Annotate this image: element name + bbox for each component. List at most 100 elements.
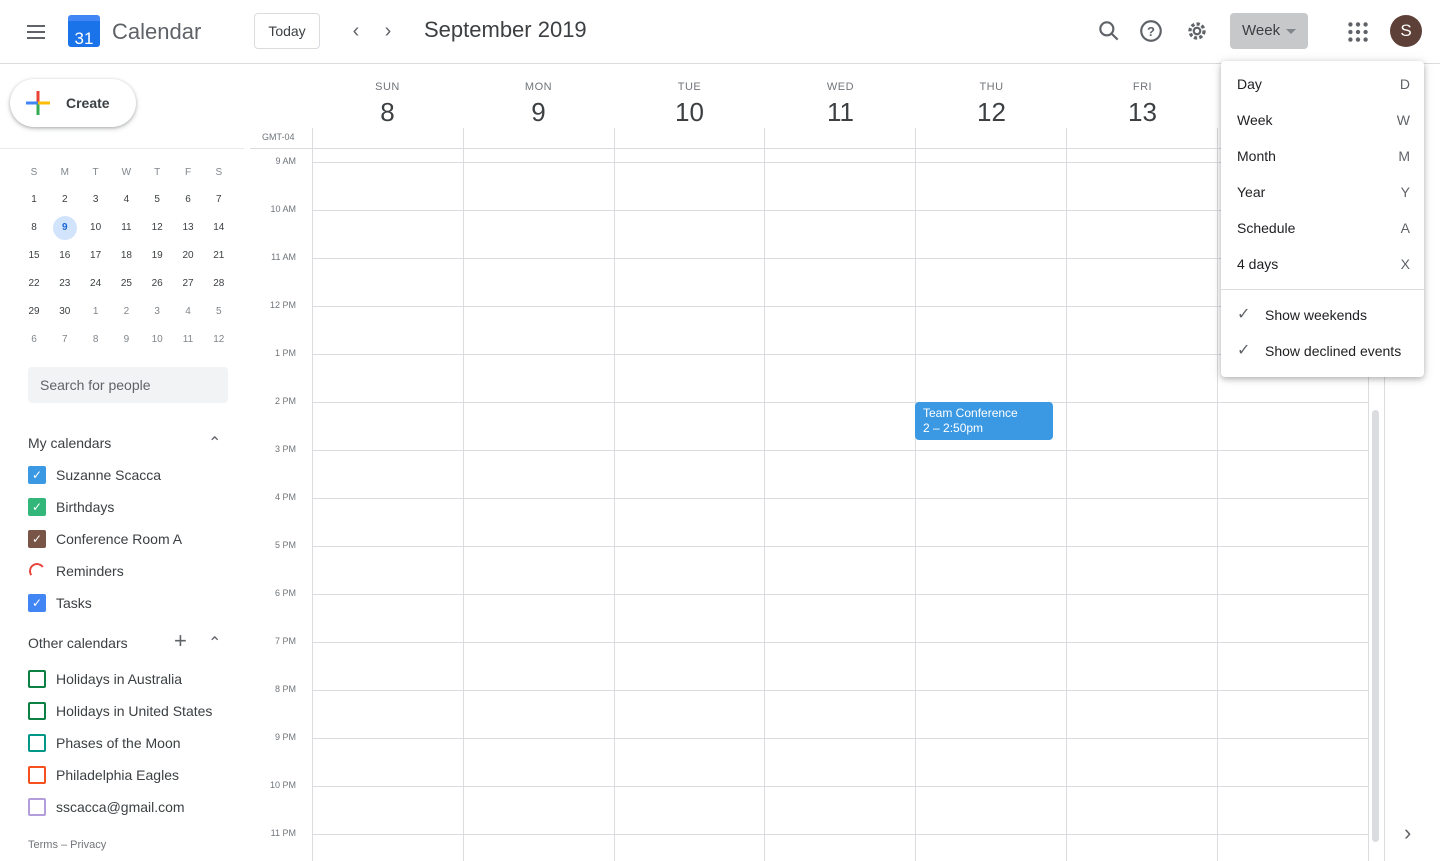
mini-day[interactable]: 8 [84, 328, 108, 352]
checkbox-checked[interactable]: ✓ [28, 530, 46, 548]
checkbox-checked[interactable]: ✓ [28, 466, 46, 484]
mini-day[interactable]: 8 [22, 216, 46, 240]
day-number[interactable]: 8 [312, 97, 463, 128]
mini-day[interactable]: 22 [22, 272, 46, 296]
day-number[interactable]: 9 [463, 97, 614, 128]
hour-line [312, 258, 1368, 259]
help-icon[interactable]: ? [1138, 18, 1164, 44]
mini-day[interactable]: 6 [22, 328, 46, 352]
menu-item-month[interactable]: Month M [1221, 138, 1424, 174]
mini-day[interactable]: 5 [145, 188, 169, 212]
collapse-chevron-up-icon[interactable]: ⌃ [208, 633, 221, 653]
day-column-divider [1217, 128, 1218, 861]
add-calendar-plus-icon[interactable]: + [174, 628, 187, 654]
mini-day[interactable]: 7 [207, 188, 231, 212]
grid-top-line [250, 148, 1384, 149]
mini-day[interactable]: 7 [53, 328, 77, 352]
mini-day[interactable]: 2 [53, 188, 77, 212]
menu-item-4-days[interactable]: 4 days X [1221, 246, 1424, 282]
checkbox-unchecked[interactable] [28, 798, 46, 816]
menu-option-show-declined-events[interactable]: ✓ Show declined events [1221, 333, 1424, 369]
previous-week-chevron-left-icon[interactable]: ‹ [342, 18, 370, 46]
menu-item-schedule[interactable]: Schedule A [1221, 210, 1424, 246]
mini-day-selected[interactable]: 9 [52, 216, 77, 240]
settings-gear-icon[interactable] [1184, 18, 1210, 44]
mini-day[interactable]: 17 [84, 244, 108, 268]
checkbox-unchecked[interactable] [28, 702, 46, 720]
mini-day[interactable]: 13 [176, 216, 200, 240]
day-header[interactable]: SUN 8 [312, 64, 463, 128]
expand-side-panel-chevron-right-icon[interactable]: › [1404, 820, 1411, 846]
day-column-divider [915, 128, 916, 861]
day-header[interactable]: TUE 10 [614, 64, 765, 128]
mini-day[interactable]: 16 [53, 244, 77, 268]
next-week-chevron-right-icon[interactable]: › [374, 18, 402, 46]
mini-day[interactable]: 12 [207, 328, 231, 352]
day-number[interactable]: 13 [1067, 97, 1218, 128]
day-header[interactable]: WED 11 [765, 64, 916, 128]
checkbox-unchecked[interactable] [28, 766, 46, 784]
menu-item-week[interactable]: Week W [1221, 102, 1424, 138]
day-number[interactable]: 11 [765, 97, 916, 128]
hour-line [312, 546, 1368, 547]
checkbox-checked[interactable]: ✓ [28, 498, 46, 516]
mini-day[interactable]: 1 [84, 300, 108, 324]
scrollbar[interactable] [1372, 410, 1379, 842]
collapse-chevron-up-icon[interactable]: ⌃ [208, 433, 221, 453]
hour-line [312, 594, 1368, 595]
search-icon[interactable] [1096, 18, 1122, 44]
mini-day[interactable]: 24 [84, 272, 108, 296]
mini-day[interactable]: 6 [176, 188, 200, 212]
hour-line [312, 210, 1368, 211]
mini-day[interactable]: 12 [145, 216, 169, 240]
menu-item-year[interactable]: Year Y [1221, 174, 1424, 210]
event-team-conference[interactable]: Team Conference 2 – 2:50pm [915, 402, 1053, 440]
mini-day[interactable]: 9 [114, 328, 138, 352]
mini-day[interactable]: 27 [176, 272, 200, 296]
mini-day[interactable]: 21 [207, 244, 231, 268]
menu-divider [1221, 289, 1424, 290]
mini-day[interactable]: 28 [207, 272, 231, 296]
mini-day[interactable]: 26 [145, 272, 169, 296]
day-header[interactable]: THU 12 [916, 64, 1067, 128]
day-header[interactable]: FRI 13 [1067, 64, 1218, 128]
mini-day[interactable]: 11 [114, 216, 138, 240]
mini-day[interactable]: 15 [22, 244, 46, 268]
search-people-input[interactable]: Search for people [28, 367, 228, 403]
account-avatar[interactable]: S [1390, 15, 1422, 47]
mini-day[interactable]: 25 [114, 272, 138, 296]
mini-day[interactable]: 1 [22, 188, 46, 212]
plus-icon [26, 91, 50, 115]
mini-day[interactable]: 4 [176, 300, 200, 324]
checkbox-unchecked[interactable] [28, 670, 46, 688]
mini-day[interactable]: 11 [176, 328, 200, 352]
shortcut-key: W [1396, 112, 1410, 128]
mini-day[interactable]: 23 [53, 272, 77, 296]
mini-day[interactable]: 5 [207, 300, 231, 324]
mini-day[interactable]: 10 [145, 328, 169, 352]
mini-day[interactable]: 20 [176, 244, 200, 268]
mini-day[interactable]: 3 [84, 188, 108, 212]
mini-day[interactable]: 18 [114, 244, 138, 268]
create-button[interactable]: Create [10, 79, 136, 127]
menu-option-show-weekends[interactable]: ✓ Show weekends [1221, 297, 1424, 333]
today-button[interactable]: Today [254, 13, 320, 49]
day-number[interactable]: 12 [916, 97, 1067, 128]
mini-day[interactable]: 14 [207, 216, 231, 240]
mini-day[interactable]: 29 [22, 300, 46, 324]
checkbox-checked[interactable]: ✓ [28, 594, 46, 612]
apps-grid-icon[interactable] [1345, 19, 1371, 45]
checkbox-unchecked[interactable] [28, 734, 46, 752]
view-switcher-button[interactable]: Week [1230, 13, 1308, 49]
day-header[interactable]: MON 9 [463, 64, 614, 128]
menu-item-day[interactable]: Day D [1221, 66, 1424, 102]
main-menu-icon[interactable] [24, 20, 48, 44]
mini-day[interactable]: 19 [145, 244, 169, 268]
mini-day[interactable]: 2 [114, 300, 138, 324]
mini-day[interactable]: 4 [114, 188, 138, 212]
mini-day[interactable]: 30 [53, 300, 77, 324]
day-number[interactable]: 10 [614, 97, 765, 128]
mini-day[interactable]: 10 [84, 216, 108, 240]
terms-privacy-links[interactable]: Terms – Privacy [28, 839, 106, 851]
mini-day[interactable]: 3 [145, 300, 169, 324]
